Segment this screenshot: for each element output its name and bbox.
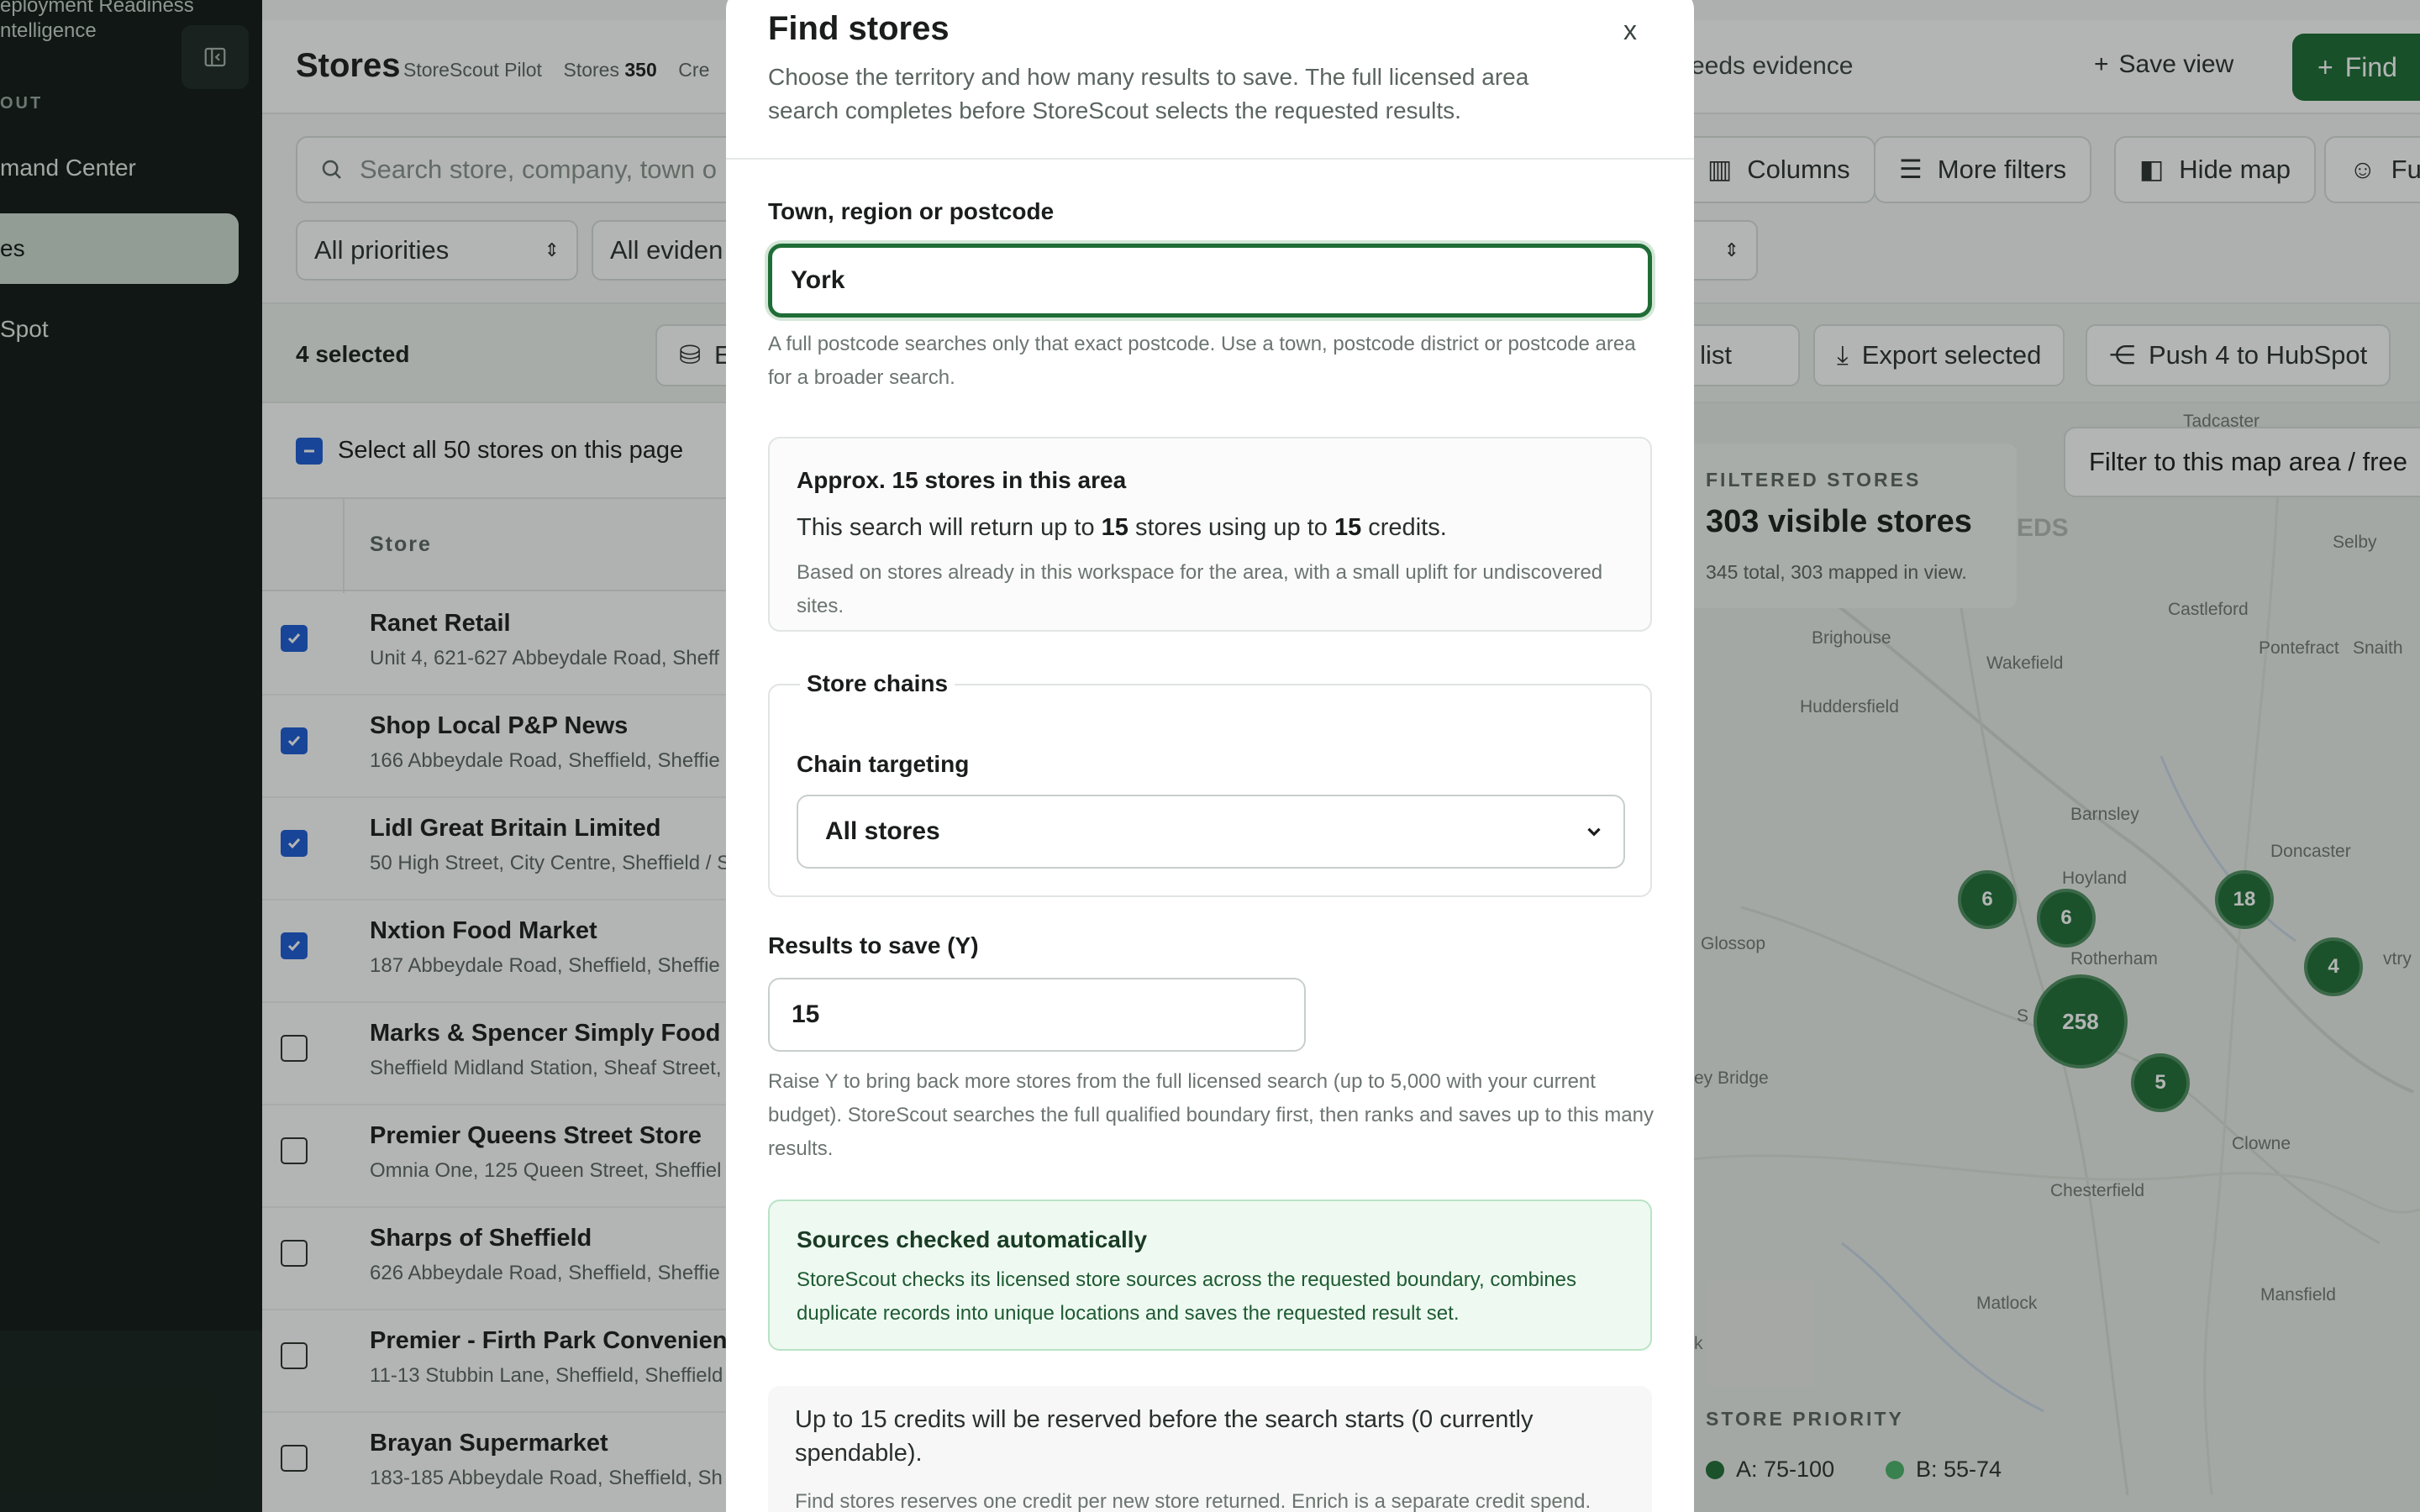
- estimate-credits: 15: [1334, 514, 1362, 541]
- credits-sub-text: Find stores reserves one credit per new …: [795, 1490, 1591, 1512]
- town-input-value: York: [791, 266, 845, 294]
- results-label: Results to save (Y): [768, 932, 979, 958]
- dialog-title: Find stores: [768, 10, 950, 47]
- store-chains-fieldset: Store chains Chain targeting All stores: [768, 670, 1652, 897]
- dialog-divider: [726, 158, 1694, 160]
- estimate-panel: Approx. 15 stores in this area This sear…: [768, 437, 1652, 632]
- estimate-post: credits.: [1361, 514, 1447, 541]
- estimate-mid: stores using up to: [1128, 514, 1334, 541]
- close-button[interactable]: x: [1608, 8, 1652, 52]
- results-helper-text: Raise Y to bring back more stores from t…: [768, 1070, 1654, 1160]
- estimate-note: Based on stores already in this workspac…: [797, 561, 1603, 617]
- estimate-line: This search will return up to 15 stores …: [797, 514, 1447, 542]
- estimate-pre: This search will return up to: [797, 514, 1102, 541]
- results-input[interactable]: 15: [768, 978, 1306, 1052]
- town-helper-text: A full postcode searches only that exact…: [768, 333, 1636, 389]
- results-input-value: 15: [792, 1000, 820, 1028]
- town-input[interactable]: York: [768, 244, 1652, 318]
- find-stores-dialog: Find stores x Choose the territory and h…: [726, 0, 1694, 1512]
- chain-targeting-select[interactable]: All stores: [797, 795, 1625, 869]
- credits-main-text: Up to 15 credits will be reserved before…: [795, 1406, 1534, 1467]
- credits-panel: Up to 15 credits will be reserved before…: [768, 1386, 1652, 1512]
- chain-targeting-label: Chain targeting: [797, 751, 970, 777]
- store-chains-legend: Store chains: [800, 670, 955, 697]
- sources-body: StoreScout checks its licensed store sou…: [797, 1268, 1577, 1325]
- chevron-down-icon: [1587, 827, 1601, 837]
- estimate-stores: 15: [1101, 514, 1128, 541]
- dialog-description: Choose the territory and how many result…: [768, 64, 1529, 123]
- sources-title: Sources checked automatically: [797, 1226, 1148, 1252]
- town-label: Town, region or postcode: [768, 198, 1055, 224]
- chain-select-value: All stores: [825, 817, 940, 845]
- sources-panel: Sources checked automatically StoreScout…: [768, 1200, 1652, 1351]
- estimate-title: Approx. 15 stores in this area: [797, 467, 1127, 493]
